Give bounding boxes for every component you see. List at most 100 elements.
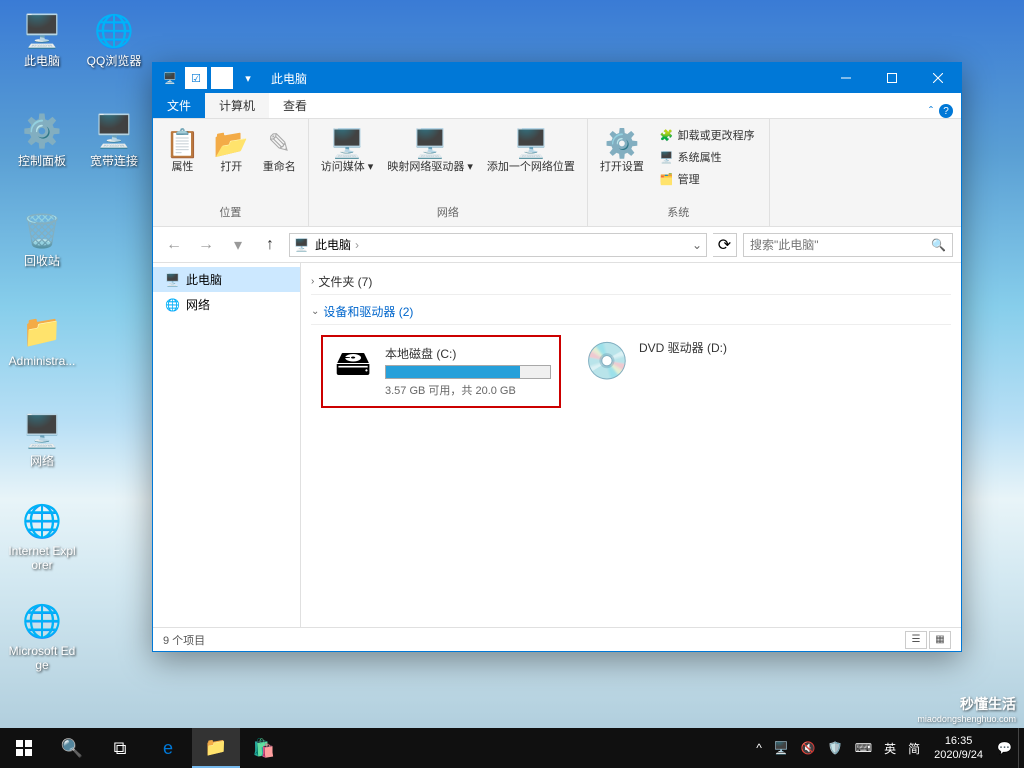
network-icon: 🌐 xyxy=(165,298,180,312)
up-button[interactable]: ↑ xyxy=(257,232,283,258)
desktop-icon-label: QQ浏览器 xyxy=(78,54,150,68)
desktop-icon-glyph: 🌐 xyxy=(21,600,63,642)
title-bar: 🖥️ ☑ ▫ ▾ 此电脑 xyxy=(153,63,961,93)
forward-button[interactable]: → xyxy=(193,232,219,258)
qat-properties-icon[interactable]: ☑ xyxy=(185,67,207,89)
qat-new-folder-icon[interactable]: ▫ xyxy=(211,67,233,89)
status-bar: 9 个项目 ☰ ▦ xyxy=(153,627,961,651)
chevron-down-icon: ⌄ xyxy=(311,306,319,317)
taskbar-explorer[interactable]: 📁 xyxy=(192,728,240,768)
desktop-icon-5[interactable]: 📁 Administra... xyxy=(6,310,78,368)
properties-button[interactable]: 📋属性 xyxy=(159,123,206,202)
desktop-icon-8[interactable]: 🌐Microsoft Edge xyxy=(6,600,78,673)
drive-c[interactable]: 🖴 本地磁盘 (C:) 3.57 GB 可用，共 20.0 GB xyxy=(321,335,561,408)
access-media-button[interactable]: 🖥️访问媒体 ▾ xyxy=(315,123,380,202)
navigation-pane: 🖥️此电脑 🌐网络 xyxy=(153,263,301,627)
tray-keyboard-icon[interactable]: ⌨ xyxy=(849,728,878,768)
taskbar: 🔍 ⧉ e 📁 🛍️ ^ 🖥️ 🔇 🛡️ ⌨ 英 简 16:35 2020/9/… xyxy=(0,728,1024,768)
desktop-icon-1[interactable]: 🌐 QQ浏览器 xyxy=(78,10,150,68)
taskbar-clock[interactable]: 16:35 2020/9/24 xyxy=(926,734,991,763)
desktop-icon-glyph: 🌐 xyxy=(93,10,135,52)
tray-volume-icon[interactable]: 🔇 xyxy=(795,728,822,768)
show-desktop-button[interactable] xyxy=(1018,728,1024,768)
breadcrumb-root[interactable]: 此电脑 xyxy=(315,236,351,253)
drive-c-capacity-bar xyxy=(385,365,551,379)
ribbon-group-network-label: 网络 xyxy=(315,202,581,222)
refresh-button[interactable]: ⟳ xyxy=(713,233,737,257)
tab-computer[interactable]: 计算机 xyxy=(205,93,269,118)
nav-this-pc[interactable]: 🖥️此电脑 xyxy=(153,267,300,292)
uninstall-icon: 🧩 xyxy=(660,129,674,142)
qat-dropdown-icon[interactable]: ▾ xyxy=(237,67,259,89)
tab-file[interactable]: 文件 xyxy=(153,93,205,118)
desktop-icon-0[interactable]: 🖥️此电脑 xyxy=(6,10,78,68)
group-devices-header[interactable]: ⌄ 设备和驱动器 (2) xyxy=(311,299,951,325)
pc-icon: 🖥️ xyxy=(294,238,309,252)
maximize-button[interactable] xyxy=(869,63,915,93)
desktop-icon-label: 回收站 xyxy=(6,254,78,268)
tray-security-icon[interactable]: 🛡️ xyxy=(822,728,849,768)
dvd-icon: 💿 xyxy=(585,339,629,383)
file-explorer-window: 🖥️ ☑ ▫ ▾ 此电脑 文件 计算机 查看 ˆ ? 📋属性 📂打开 ✎重命名 xyxy=(152,62,962,652)
ime-mode-button[interactable]: 简 xyxy=(902,728,926,768)
minimize-button[interactable] xyxy=(823,63,869,93)
desktop-icon-label: Administra... xyxy=(6,354,78,368)
system-properties-button[interactable]: 🖥️系统属性 xyxy=(656,147,759,167)
ribbon-tabs: 文件 计算机 查看 ˆ ? xyxy=(153,93,961,119)
drive-c-label: 本地磁盘 (C:) xyxy=(385,345,551,362)
manage-button[interactable]: 🗂️管理 xyxy=(656,169,759,189)
tab-view[interactable]: 查看 xyxy=(269,93,321,118)
action-center-button[interactable]: 💬 xyxy=(991,728,1018,768)
tiles-view-button[interactable]: ▦ xyxy=(929,631,951,649)
close-button[interactable] xyxy=(915,63,961,93)
desktop-icon-label: Internet Explorer xyxy=(6,544,78,573)
address-bar: ← → ▾ ↑ 🖥️ 此电脑 › ⌄ ⟳ 🔍 xyxy=(153,227,961,263)
pc-icon: 🖥️ xyxy=(165,273,180,287)
nav-network[interactable]: 🌐网络 xyxy=(153,292,300,317)
disk-icon: 🖴 xyxy=(331,345,375,389)
desktop-icon-3[interactable]: 🖥️ 宽带连接 xyxy=(78,110,150,168)
search-box[interactable]: 🔍 xyxy=(743,233,953,257)
desktop-icon-label: 控制面板 xyxy=(6,154,78,168)
add-network-location-button[interactable]: 🖥️添加一个网络位置 xyxy=(481,123,581,202)
tray-overflow-icon[interactable]: ^ xyxy=(750,728,768,768)
open-button[interactable]: 📂打开 xyxy=(208,123,255,202)
watermark: 秒懂生活 miaodongshenghuo.com xyxy=(917,694,1016,724)
help-icon[interactable]: ? xyxy=(939,104,953,118)
desktop-icon-glyph: ⚙️ xyxy=(21,110,63,152)
desktop-icon-glyph: 🖥️ xyxy=(93,110,135,152)
recent-dropdown[interactable]: ▾ xyxy=(225,232,251,258)
group-folders-header[interactable]: › 文件夹 (7) xyxy=(311,269,951,295)
desktop-icon-4[interactable]: 🗑️回收站 xyxy=(6,210,78,268)
desktop-icon-label: 宽带连接 xyxy=(78,154,150,168)
ribbon-collapse-icon[interactable]: ˆ xyxy=(929,104,933,118)
ribbon-group-system-label: 系统 xyxy=(594,202,763,222)
taskbar-edge[interactable]: e xyxy=(144,728,192,768)
breadcrumb-dropdown-icon[interactable]: ⌄ xyxy=(692,238,702,252)
desktop-icon-glyph: 🖥️ xyxy=(21,410,63,452)
desktop-icon-6[interactable]: 🖥️ 网络 xyxy=(6,410,78,468)
ime-lang-button[interactable]: 英 xyxy=(878,728,902,768)
open-settings-button[interactable]: ⚙️打开设置 xyxy=(594,123,650,202)
desktop-icon-2[interactable]: ⚙️ 控制面板 xyxy=(6,110,78,168)
drive-d[interactable]: 💿 DVD 驱动器 (D:) xyxy=(581,335,821,408)
desktop-icon-7[interactable]: 🌐Internet Explorer xyxy=(6,500,78,573)
app-icon: 🖥️ xyxy=(159,67,181,89)
search-input[interactable] xyxy=(750,238,931,252)
search-icon[interactable]: 🔍 xyxy=(931,238,946,252)
search-button[interactable]: 🔍 xyxy=(48,728,96,768)
breadcrumb-bar[interactable]: 🖥️ 此电脑 › ⌄ xyxy=(289,233,707,257)
back-button[interactable]: ← xyxy=(161,232,187,258)
details-view-button[interactable]: ☰ xyxy=(905,631,927,649)
taskbar-store[interactable]: 🛍️ xyxy=(240,728,288,768)
rename-button[interactable]: ✎重命名 xyxy=(257,123,302,202)
desktop-icon-glyph: 📁 xyxy=(21,310,63,352)
map-drive-button[interactable]: 🖥️映射网络驱动器 ▾ xyxy=(381,123,479,202)
desktop-icon-label: 网络 xyxy=(6,454,78,468)
task-view-button[interactable]: ⧉ xyxy=(96,728,144,768)
tray-network-icon[interactable]: 🖥️ xyxy=(768,728,795,768)
ribbon: 📋属性 📂打开 ✎重命名 位置 🖥️访问媒体 ▾ 🖥️映射网络驱动器 ▾ 🖥️添… xyxy=(153,119,961,227)
uninstall-programs-button[interactable]: 🧩卸载或更改程序 xyxy=(656,125,759,145)
drive-d-label: DVD 驱动器 (D:) xyxy=(639,339,817,356)
start-button[interactable] xyxy=(0,728,48,768)
